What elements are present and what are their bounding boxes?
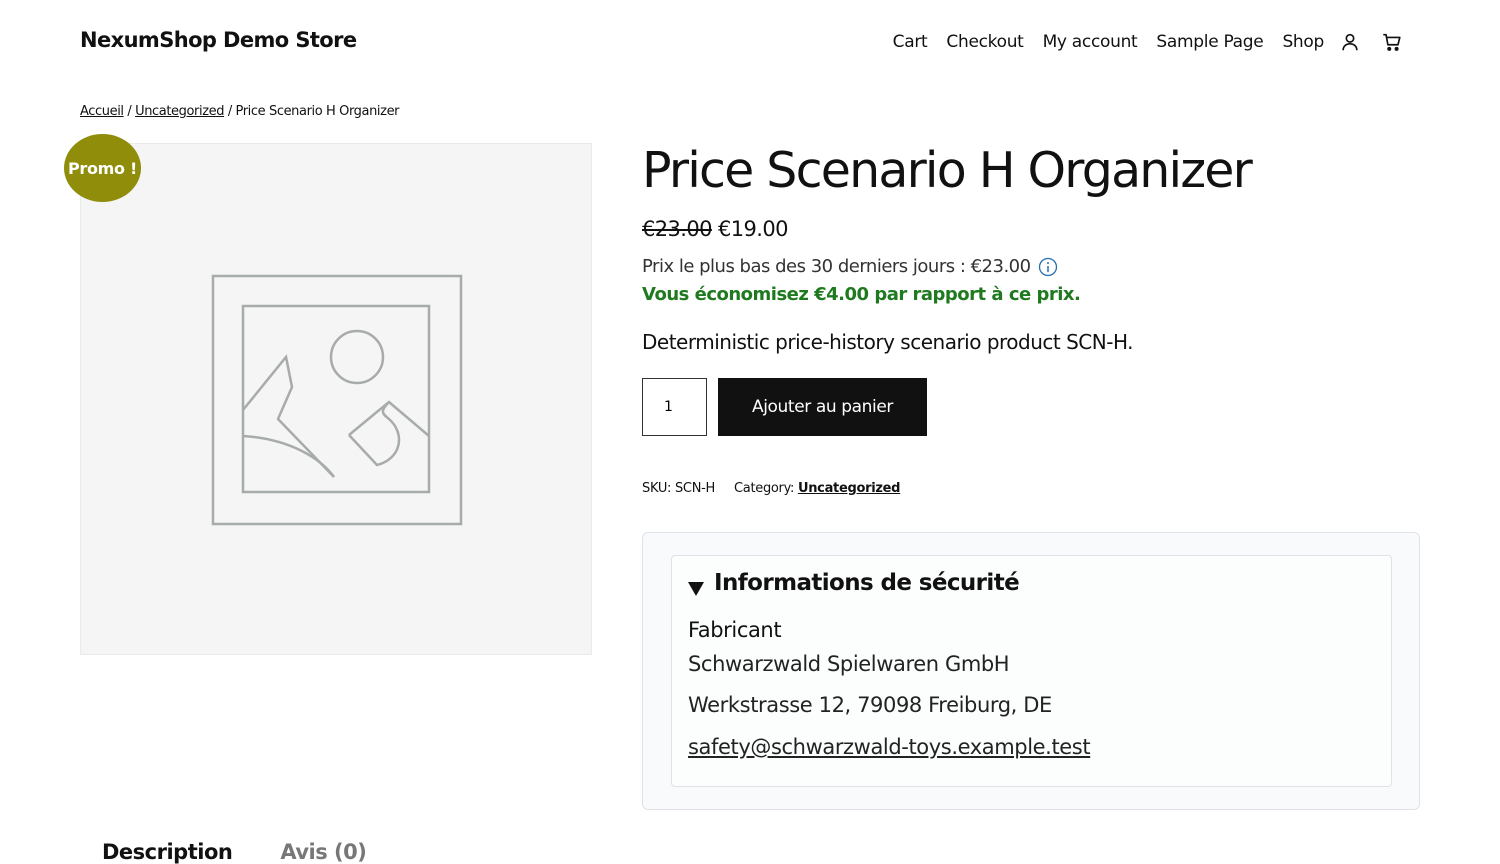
savings-text: Vous économisez €4.00 par rapport à ce p… xyxy=(642,284,1081,305)
product-title: Price Scenario H Organizer xyxy=(642,142,1253,199)
main-nav: Cart Checkout My account Sample Page Sho… xyxy=(893,30,1404,54)
manufacturer-address: Werkstrasse 12, 79098 Freiburg, DE xyxy=(688,693,1052,717)
category-link[interactable]: Uncategorized xyxy=(798,481,901,496)
nav-checkout[interactable]: Checkout xyxy=(946,30,1023,54)
add-to-cart-button[interactable]: Ajouter au panier xyxy=(718,378,927,436)
lowest-price-text: Prix le plus bas des 30 derniers jours :… xyxy=(642,256,1031,277)
short-description: Deterministic price-history scenario pro… xyxy=(642,330,1134,354)
product-price: €23.00 €19.00 xyxy=(642,217,788,241)
regular-price: €23.00 xyxy=(642,217,712,241)
nav-shop[interactable]: Shop xyxy=(1282,30,1324,54)
sku-value: SCN-H xyxy=(674,481,715,496)
manufacturer-email-link[interactable]: safety@schwarzwald-toys.example.test xyxy=(688,735,1091,759)
sale-price: €19.00 xyxy=(717,217,788,241)
quantity-input[interactable] xyxy=(642,378,707,436)
site-title[interactable]: NexumShop Demo Store xyxy=(80,28,357,52)
product-tabs: Description Avis (0) xyxy=(102,840,414,864)
triangle-down-icon xyxy=(688,576,704,596)
tab-description[interactable]: Description xyxy=(102,840,233,864)
breadcrumb-separator: / xyxy=(227,104,232,119)
sku-label: SKU: xyxy=(642,481,672,496)
product-meta: SKU: SCN-H Category: Uncategorized xyxy=(642,481,900,496)
breadcrumb: Accueil / Uncategorized / Price Scenario… xyxy=(80,104,400,119)
lowest-price-notice: Prix le plus bas des 30 derniers jours :… xyxy=(642,256,1058,277)
breadcrumb-current: Price Scenario H Organizer xyxy=(235,104,400,119)
cart-icon[interactable] xyxy=(1380,30,1404,54)
info-icon[interactable] xyxy=(1038,257,1058,277)
promo-badge: Promo ! xyxy=(64,134,141,202)
breadcrumb-home[interactable]: Accueil xyxy=(80,104,124,119)
manufacturer-name: Schwarzwald Spielwaren GmbH xyxy=(688,652,1010,676)
user-icon[interactable] xyxy=(1338,30,1362,54)
breadcrumb-category[interactable]: Uncategorized xyxy=(135,104,224,119)
product-gallery[interactable] xyxy=(80,143,592,655)
sku-wrapper: SKU: SCN-H xyxy=(642,481,715,496)
tab-reviews[interactable]: Avis (0) xyxy=(280,840,367,864)
safety-summary-toggle[interactable]: Informations de sécurité xyxy=(688,570,1020,596)
nav-cart[interactable]: Cart xyxy=(893,30,928,54)
category-wrapper: Category: Uncategorized xyxy=(734,481,900,496)
safety-summary-label: Informations de sécurité xyxy=(714,570,1020,596)
category-label: Category: xyxy=(734,481,795,496)
breadcrumb-separator: / xyxy=(127,104,132,119)
nav-my-account[interactable]: My account xyxy=(1043,30,1138,54)
nav-sample-page[interactable]: Sample Page xyxy=(1156,30,1263,54)
manufacturer-label: Fabricant xyxy=(688,618,782,642)
image-placeholder-icon xyxy=(211,274,463,526)
